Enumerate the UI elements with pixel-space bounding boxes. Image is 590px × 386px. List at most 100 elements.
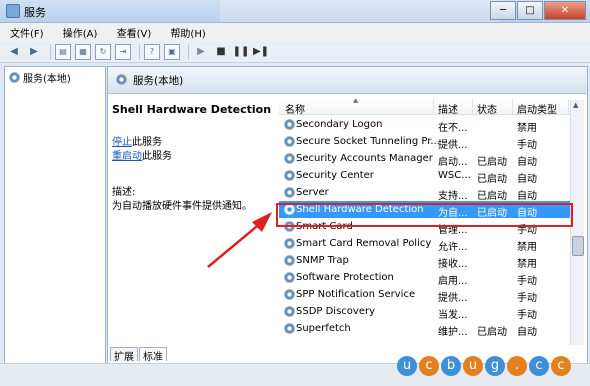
column-divider[interactable] [472, 99, 473, 114]
service-name: Smart Card [296, 221, 353, 232]
menu-file[interactable]: 文件(F) [4, 23, 50, 42]
scrollbar-thumb[interactable] [572, 236, 584, 256]
restart-service-icon[interactable]: ▶❚ [253, 44, 269, 60]
watermark-letter: c [551, 356, 571, 376]
column-divider[interactable] [433, 99, 434, 114]
table-row[interactable]: Shell Hardware Detection 为自... 已启动 自动 [279, 201, 575, 219]
watermark-letter: c [419, 356, 439, 376]
toolbar-separator [50, 43, 51, 60]
table-row[interactable]: SPP Notification Service 提供... 手动 [279, 286, 575, 304]
console-tree: 服务(本地) [4, 66, 106, 364]
watermark: u c b u g . c c [397, 356, 573, 376]
menu-view[interactable]: 查看(V) [111, 23, 158, 42]
minimize-icon: ─ [499, 5, 507, 16]
help-icon[interactable]: ? [144, 43, 160, 60]
restart-service-link[interactable]: 重启动 [112, 151, 142, 162]
service-gear-icon [284, 170, 295, 181]
service-startup-type: 自动 [517, 327, 537, 338]
service-startup-type: 禁用 [517, 242, 537, 253]
toolbar-separator [188, 43, 189, 60]
service-name: Shell Hardware Detection [296, 204, 424, 215]
table-row[interactable]: Security Center WSC... 已启动 自动 [279, 167, 575, 185]
service-description-cell: WSC... [438, 170, 471, 181]
service-name: Superfetch [296, 323, 351, 334]
export-list-icon[interactable]: ⇥ [115, 43, 131, 60]
start-service-icon[interactable]: ▶ [193, 44, 209, 60]
maximize-icon: □ [525, 5, 535, 16]
gear-icon [9, 72, 20, 83]
service-startup-type: 禁用 [517, 123, 537, 134]
table-row[interactable]: Secure Socket Tunneling Pr... 提供... 手动 [279, 133, 575, 151]
service-description-cell: 接收... [438, 259, 468, 270]
service-description-cell: 提供... [438, 140, 468, 151]
service-description-cell: 为自... [438, 208, 468, 219]
watermark-letter: u [463, 356, 483, 376]
table-row[interactable]: Software Protection 启用... 手动 [279, 269, 575, 287]
table-row[interactable]: Secondary Logon 在不... 禁用 [279, 116, 575, 134]
vertical-scrollbar[interactable]: ▲ [570, 100, 584, 345]
service-startup-type: 自动 [517, 191, 537, 202]
column-header-startup-type[interactable]: 启动类型 [517, 101, 557, 116]
show-hide-console-tree-icon[interactable]: ▤ [55, 43, 71, 60]
table-row[interactable]: Smart Card 管理... 手动 [279, 218, 575, 236]
service-status: 已启动 [477, 157, 507, 168]
service-name: SPP Notification Service [296, 289, 416, 300]
pane-title: 服务(本地) [133, 75, 184, 87]
maximize-button[interactable]: □ [517, 1, 543, 20]
table-row[interactable]: SNMP Trap 接收... 禁用 [279, 252, 575, 270]
pause-service-icon[interactable]: ❚❚ [233, 44, 250, 60]
table-row[interactable]: Server 支持... 已启动 自动 [279, 184, 575, 202]
service-startup-type: 手动 [517, 310, 537, 321]
service-name: SNMP Trap [296, 255, 349, 266]
service-startup-type: 自动 [517, 208, 537, 219]
back-icon[interactable]: ◀ [6, 44, 22, 60]
tab-extended[interactable]: 扩展 [110, 347, 138, 363]
service-gear-icon [284, 323, 295, 334]
services-app-icon [6, 4, 20, 18]
column-header-status[interactable]: 状态 [477, 101, 497, 116]
service-description-cell: 启动... [438, 157, 468, 168]
column-header-description[interactable]: 描述 [438, 101, 458, 116]
console-icon[interactable]: ▣ [164, 43, 180, 60]
column-divider[interactable] [512, 99, 513, 114]
tree-node-services-local[interactable]: 服务(本地) [9, 70, 71, 85]
service-detail: Shell Hardware Detection 停止此服务 重启动此服务 描述… [112, 103, 272, 214]
service-name: Secure Socket Tunneling Pr... [296, 136, 440, 147]
service-name: Security Center [296, 170, 374, 181]
service-gear-icon [284, 255, 295, 266]
stop-service-link[interactable]: 停止 [112, 137, 132, 148]
table-row[interactable]: SSDP Discovery 当发... 手动 [279, 303, 575, 321]
stop-service-icon[interactable]: ■ [213, 44, 229, 60]
service-startup-type: 手动 [517, 140, 537, 151]
column-header-name[interactable]: 名称 [285, 101, 305, 116]
column-header-row: 名称 ▲ 描述 状态 启动类型 [279, 99, 575, 116]
toolbar: ◀ ▶ ▤ ▦ ↻ ⇥ ? ▣ ▶ ■ ❚❚ ▶❚ [0, 41, 590, 63]
view-tabs: 扩展 标准 [110, 347, 168, 363]
refresh-icon[interactable]: ↻ [95, 43, 111, 60]
window-controls: ─ □ ✕ [489, 1, 586, 20]
service-name: Smart Card Removal Policy [296, 238, 432, 249]
minimize-button[interactable]: ─ [490, 1, 516, 20]
watermark-letter: b [441, 356, 461, 376]
toolbar-separator [139, 43, 140, 60]
table-row[interactable]: Security Accounts Manager 启动... 已启动 自动 [279, 150, 575, 168]
scroll-up-icon[interactable]: ▲ [573, 101, 578, 109]
service-startup-type: 手动 [517, 276, 537, 287]
service-startup-type: 自动 [517, 174, 537, 185]
column-divider[interactable] [568, 99, 569, 114]
forward-icon[interactable]: ▶ [26, 44, 42, 60]
service-description-cell: 当发... [438, 310, 468, 321]
table-row[interactable]: Smart Card Removal Policy 允许... 禁用 [279, 235, 575, 253]
service-description-cell: 启用... [438, 276, 468, 287]
tab-standard[interactable]: 标准 [139, 347, 167, 363]
service-actions: 停止此服务 重启动此服务 [112, 136, 272, 164]
pane-header: 服务(本地) [108, 67, 587, 94]
menu-action[interactable]: 操作(A) [57, 23, 104, 42]
menu-help[interactable]: 帮助(H) [164, 23, 211, 42]
properties-icon[interactable]: ▦ [75, 43, 91, 60]
service-startup-type: 手动 [517, 225, 537, 236]
service-gear-icon [284, 204, 295, 215]
table-row[interactable]: Superfetch 维护... 已启动 自动 [279, 320, 575, 338]
close-button[interactable]: ✕ [544, 1, 586, 20]
watermark-letter: u [397, 356, 417, 376]
